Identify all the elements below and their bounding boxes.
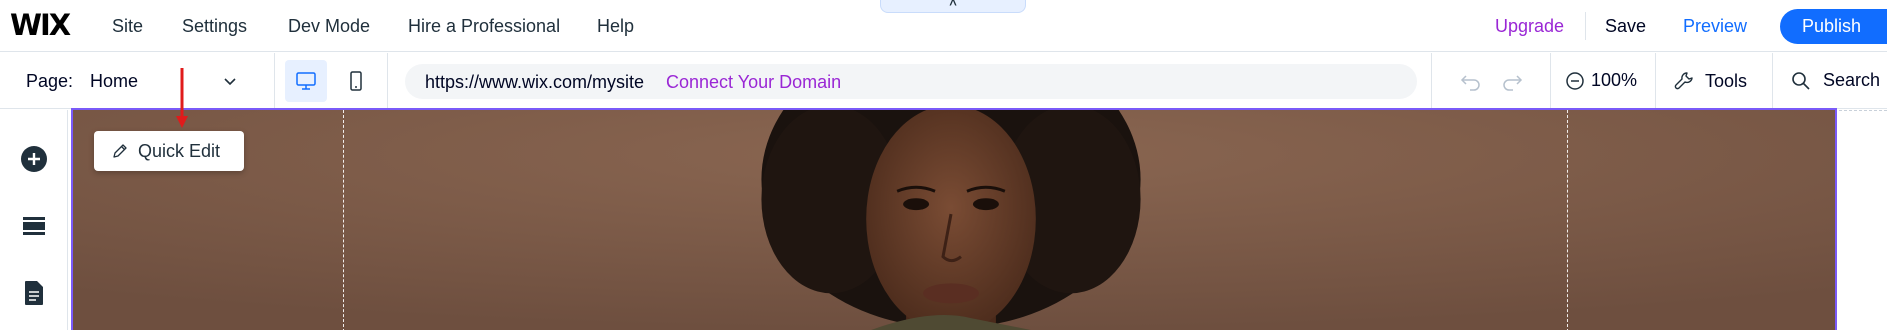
divider (1431, 53, 1432, 109)
zoom-out-icon[interactable] (1565, 71, 1585, 91)
menu-item-settings[interactable]: Settings (182, 0, 247, 52)
connect-domain-link[interactable]: Connect Your Domain (666, 72, 841, 93)
search-button[interactable]: Search (1791, 70, 1880, 91)
desktop-view-button[interactable] (285, 60, 327, 102)
wix-logo[interactable]: WIX (10, 9, 71, 41)
divider (1655, 53, 1656, 109)
pencil-icon (113, 144, 127, 158)
search-icon (1792, 71, 1810, 90)
page-selector[interactable]: Home (90, 71, 138, 92)
hero-image[interactable] (73, 110, 1835, 330)
ruler-guide (1839, 110, 1887, 111)
pages-icon[interactable] (19, 278, 49, 308)
zoom-control[interactable]: 100% (1565, 70, 1637, 91)
preview-button[interactable]: Preview (1683, 0, 1747, 52)
site-url: https://www.wix.com/mysite (425, 72, 645, 92)
url-bar: https://www.wix.com/mysite Connect Your … (405, 64, 1417, 99)
grid-guide-right (1567, 110, 1568, 330)
zoom-level: 100% (1591, 70, 1638, 90)
menu-item-dev-mode[interactable]: Dev Mode (288, 0, 370, 52)
publish-button[interactable]: Publish (1780, 9, 1887, 44)
desktop-icon (296, 72, 316, 90)
chevron-up-icon: ^ (949, 0, 957, 12)
editor-canvas[interactable] (71, 108, 1837, 330)
annotation-arrow-icon (176, 68, 188, 128)
menu-item-help[interactable]: Help (597, 0, 634, 52)
divider (387, 53, 388, 109)
page-label: Page: (26, 71, 74, 91)
mobile-view-button[interactable] (335, 60, 377, 102)
save-button[interactable]: Save (1605, 0, 1646, 52)
page-toolbar: Page: Home https://www.wix.com/mysite Co… (0, 53, 1887, 109)
wrench-icon (1674, 72, 1693, 90)
redo-icon[interactable] (1498, 67, 1526, 95)
search-label: Search (1823, 70, 1881, 90)
upgrade-button[interactable]: Upgrade (1495, 0, 1564, 52)
sections-icon[interactable] (19, 211, 49, 241)
divider (1585, 12, 1586, 40)
top-bar: WIX Site Settings Dev Mode Hire a Profes… (0, 0, 1887, 52)
menu-item-site[interactable]: Site (112, 0, 143, 52)
quick-edit-label: Quick Edit (138, 140, 221, 161)
quick-edit-button[interactable]: Quick Edit (94, 131, 244, 171)
divider (1550, 53, 1551, 109)
undo-icon[interactable] (1457, 67, 1485, 95)
canvas-gutter (1839, 110, 1887, 330)
tools-button[interactable]: Tools (1673, 70, 1747, 92)
divider (1772, 53, 1773, 109)
mobile-icon (350, 71, 362, 91)
menu-item-hire-a-professional[interactable]: Hire a Professional (408, 0, 560, 52)
add-elements-icon[interactable] (19, 144, 49, 174)
left-panel (0, 110, 68, 330)
grid-guide-left (343, 110, 344, 330)
tools-label: Tools (1705, 70, 1748, 91)
chevron-down-icon[interactable] (222, 73, 238, 89)
divider (274, 53, 275, 109)
collapse-top-bar-button[interactable]: ^ (880, 0, 1026, 13)
